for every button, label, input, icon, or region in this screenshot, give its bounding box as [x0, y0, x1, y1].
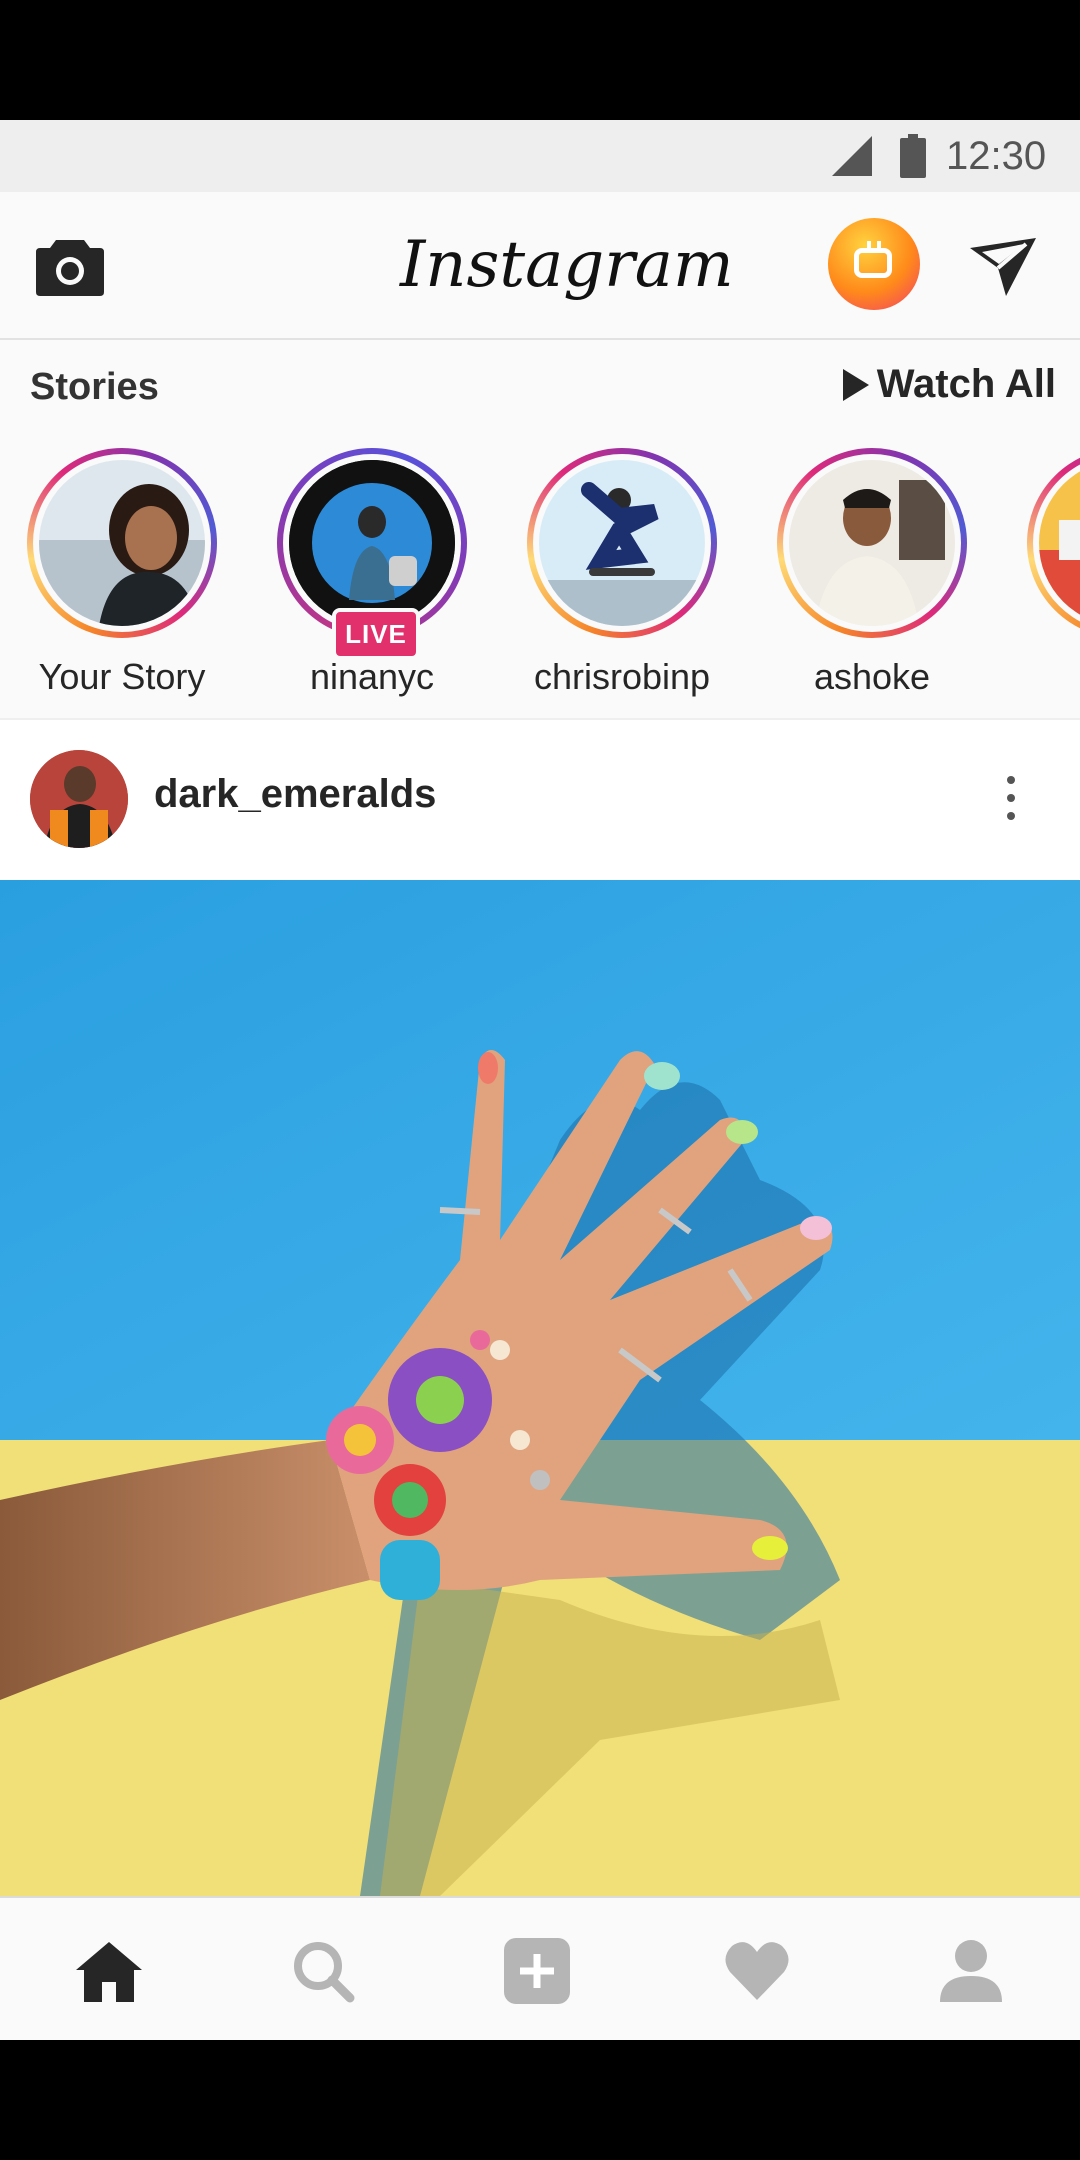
watch-all-button[interactable]: Watch All	[842, 362, 1056, 407]
igtv-icon[interactable]	[828, 218, 920, 310]
direct-message-icon[interactable]	[968, 234, 1038, 300]
live-badge: LIVE	[332, 608, 420, 660]
story-ninanyc[interactable]: LIVE ninanyc	[262, 448, 482, 698]
dot	[1007, 812, 1015, 820]
story-ring	[27, 448, 217, 638]
more-vertical-icon[interactable]	[996, 770, 1026, 830]
heart-icon[interactable]	[722, 1938, 792, 2004]
story-ashoke[interactable]: ashoke	[762, 448, 982, 698]
story-ring: LIVE	[277, 448, 467, 660]
avatar-photo	[30, 750, 128, 848]
story-name: ashoke	[813, 656, 931, 697]
post-photo	[0, 880, 1080, 1896]
system-nav-area	[0, 2040, 1080, 2160]
avatar	[789, 460, 955, 626]
avatar	[39, 460, 205, 626]
camera-icon[interactable]	[34, 234, 106, 298]
story-name: ninanyc	[309, 656, 435, 697]
app-header: Instagram	[0, 192, 1080, 340]
post-username[interactable]: dark_emeralds	[154, 772, 436, 817]
dot	[1007, 794, 1015, 802]
tv-glyph	[854, 248, 892, 278]
play-icon	[842, 368, 869, 401]
cell-signal-icon	[832, 136, 872, 176]
avatar	[539, 460, 705, 626]
profile-icon[interactable]	[936, 1938, 1006, 2004]
avatar-photo	[539, 460, 705, 626]
search-icon[interactable]	[288, 1938, 358, 2004]
story-ring	[777, 448, 967, 638]
add-post-icon[interactable]	[502, 1938, 572, 2004]
watch-all-label: Watch All	[876, 362, 1056, 406]
status-time: 12:30	[946, 134, 1047, 178]
avatar-photo	[39, 460, 205, 626]
avatar-photo	[289, 460, 455, 626]
story-name: Your Story	[38, 656, 206, 697]
bottom-nav	[0, 1896, 1080, 2042]
story-partial[interactable]: ber	[1012, 448, 1080, 698]
stories-tray: Stories Watch All Your Story LIVE ninany…	[0, 340, 1080, 720]
dot	[1007, 776, 1015, 784]
stories-label: Stories	[30, 366, 159, 408]
app-logo: Instagram	[400, 228, 734, 302]
post-header: dark_emeralds	[0, 720, 1080, 880]
avatar[interactable]	[30, 750, 128, 848]
story-name: ber	[1012, 656, 1080, 698]
avatar	[289, 460, 455, 626]
home-icon[interactable]	[74, 1938, 144, 2004]
avatar-photo	[789, 460, 955, 626]
battery-icon	[900, 134, 926, 178]
story-ring	[527, 448, 717, 638]
story-name: chrisrobinp	[533, 656, 711, 697]
story-ring	[1027, 448, 1080, 638]
post-image[interactable]	[0, 880, 1080, 1896]
story-chrisrobinp[interactable]: chrisrobinp	[512, 448, 732, 698]
story-your-story[interactable]: Your Story	[12, 448, 232, 698]
screen: 12:30 Instagram Stories Watch All Your S…	[0, 0, 1080, 2160]
